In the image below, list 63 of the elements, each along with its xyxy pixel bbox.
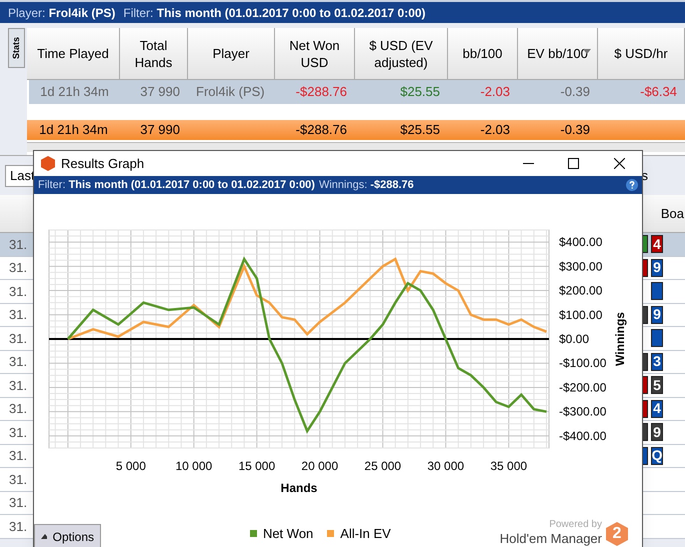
card: 4 — [651, 235, 663, 254]
x-tick-label: 5 000 — [116, 458, 146, 473]
card: 3 — [651, 352, 663, 371]
card: 5 — [651, 376, 663, 394]
filter-label: Filter: This month (01.01.2017 0:00 to 01.02.2017 0:00) — [38, 178, 315, 193]
y-axis-title: Winnings — [613, 312, 627, 366]
table-cell-text: 31. — [8, 424, 28, 442]
card: 4 — [651, 400, 663, 418]
window-title: Results Graph — [61, 154, 146, 173]
table-cell-text: 31. — [8, 236, 28, 254]
table-cell: 1d 21h 34m — [39, 122, 108, 138]
y-tick-label: $400.00 — [559, 235, 602, 250]
brand-name: Hold'em Manager — [500, 532, 602, 546]
table-cell: $25.55 — [400, 84, 440, 100]
legend-label: Net Won — [262, 524, 314, 542]
card: 9 — [651, 258, 663, 277]
table-cell-text: 31. — [8, 306, 28, 324]
y-tick-label: -$300.00 — [559, 404, 606, 419]
x-tick-label: 10 000 — [175, 458, 212, 473]
table-cell-text: 31. — [8, 494, 28, 512]
table-cell-text: 31. — [8, 447, 28, 465]
legend-label: All-In EV — [340, 524, 391, 542]
y-tick-label: -$400.00 — [559, 428, 606, 443]
table-cell-text: 31. — [8, 330, 28, 348]
brand-logo: 2 — [606, 522, 628, 546]
x-tick-label: 15 000 — [238, 458, 276, 473]
table-cell: -2.03 — [480, 84, 510, 100]
table-cell: -2.03 — [480, 122, 510, 138]
x-tick-label: 25 000 — [364, 458, 402, 473]
table-cell: 1d 21h 34m — [40, 84, 109, 100]
y-tick-label: $0.00 — [559, 332, 590, 346]
y-tick-label: $300.00 — [559, 259, 602, 274]
card: 9 — [651, 423, 663, 442]
table-cell-text: 31. — [8, 376, 28, 394]
table-cell-text: 31. — [8, 259, 28, 277]
table-cell: -$288.76 — [296, 84, 347, 100]
y-tick-label: -$100.00 — [559, 356, 606, 370]
table-cell: 37 990 — [140, 122, 180, 138]
table-cell: 37 990 — [140, 84, 180, 100]
winnings-label: Winnings: -$288.76 — [318, 178, 415, 193]
x-tick-label: 35 000 — [490, 458, 528, 473]
table-cell: -0.39 — [560, 122, 590, 138]
x-tick-label: 20 000 — [301, 458, 338, 473]
table-cell: -$6.34 — [640, 84, 677, 100]
table-cell: Frol4ik (PS) — [196, 84, 265, 100]
player-label: Player: Frol4ik (PS) — [8, 4, 116, 22]
y-tick-label: $200.00 — [559, 284, 602, 298]
powered-by-text: Powered by — [549, 518, 602, 532]
y-tick-label: $100.00 — [559, 308, 602, 322]
x-tick-label: 30 000 — [427, 458, 464, 473]
x-axis-title: Hands — [280, 480, 318, 495]
table-cell-text: 31. — [8, 518, 28, 536]
table-cell: -0.39 — [560, 84, 590, 100]
table-cell-text: 31. — [8, 353, 28, 371]
y-tick-label: -$200.00 — [559, 380, 606, 394]
card: Q — [651, 446, 663, 465]
table-cell: $25.55 — [400, 122, 440, 138]
filter-label: Filter: This month (01.01.2017 0:00 to 01.02.2017 0:00) — [123, 4, 426, 22]
table-cell: -$288.76 — [296, 122, 347, 138]
table-cell-text: 31. — [8, 282, 28, 300]
card: 9 — [651, 306, 663, 324]
table-cell-text: 31. — [8, 470, 28, 488]
table-cell-text: 31. — [8, 400, 28, 418]
